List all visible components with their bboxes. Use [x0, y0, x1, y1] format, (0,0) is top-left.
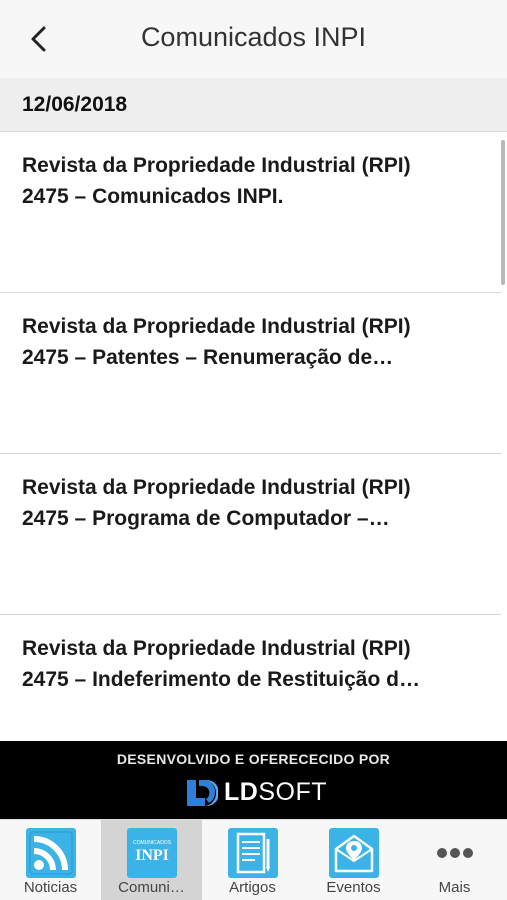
rss-icon [26, 828, 76, 878]
inpi-icon-text: INPI [135, 847, 169, 864]
announcement-list: Revista da Propriedade Industrial (RPI) … [0, 132, 501, 741]
tab-label: Mais [438, 879, 471, 896]
tab-bar: Noticias COMUNICADOS INPI Comuni… Artigo… [0, 819, 507, 900]
brand-bold-text: LD [224, 778, 259, 806]
item-title-line2: 2475 – Comunicados INPI. [22, 185, 284, 208]
more-icon [437, 848, 473, 858]
item-title-line1: Revista da Propriedade Industrial (RPI) [22, 315, 411, 338]
item-title-line1: Revista da Propriedade Industrial (RPI) [22, 476, 411, 499]
date-label: 12/06/2018 [22, 93, 128, 116]
tab-comunicados[interactable]: COMUNICADOS INPI Comuni… [101, 820, 202, 900]
list-item[interactable]: Revista da Propriedade Industrial (RPI) … [0, 293, 501, 454]
tab-artigos[interactable]: Artigos [202, 820, 303, 900]
banner-text: DESENVOLVIDO E OFERECECIDO POR [116, 751, 391, 767]
item-title-line2: 2475 – Patentes – Renumeração de… [22, 346, 394, 369]
inpi-icon: COMUNICADOS INPI [127, 828, 177, 878]
sponsor-banner[interactable]: DESENVOLVIDO E OFERECECIDO POR LDSOFT [0, 741, 507, 819]
list-item[interactable]: Revista da Propriedade Industrial (RPI) … [0, 454, 501, 615]
list-item[interactable]: Revista da Propriedade Industrial (RPI) … [0, 615, 501, 741]
ldsoft-logo-icon [187, 779, 218, 806]
event-location-icon [329, 828, 379, 878]
scrollbar[interactable] [501, 140, 505, 285]
item-title-line1: Revista da Propriedade Industrial (RPI) [22, 154, 411, 177]
tab-eventos[interactable]: Eventos [303, 820, 404, 900]
inpi-icon-small-text: COMUNICADOS [133, 840, 172, 846]
date-section-header: 12/06/2018 [0, 78, 507, 132]
page-title: Comunicados INPI [140, 22, 367, 52]
tab-mais[interactable]: Mais [404, 820, 505, 900]
item-title-line2: 2475 – Programa de Computador –… [22, 507, 390, 530]
item-title-line2: 2475 – Indeferimento de Restituição d… [22, 668, 420, 691]
tab-noticias[interactable]: Noticias [0, 820, 101, 900]
document-icon [228, 828, 278, 878]
item-title-line1: Revista da Propriedade Industrial (RPI) [22, 637, 411, 660]
brand-rest-text: SOFT [258, 778, 327, 806]
ldsoft-brand: LDSOFT [224, 778, 327, 807]
tab-label: Eventos [326, 879, 381, 896]
tab-label: Comuni… [118, 879, 185, 896]
tab-label: Noticias [23, 879, 78, 896]
navigation-bar: Comunicados INPI [0, 0, 507, 78]
tab-label: Artigos [229, 879, 276, 896]
list-item[interactable]: Revista da Propriedade Industrial (RPI) … [0, 132, 501, 293]
